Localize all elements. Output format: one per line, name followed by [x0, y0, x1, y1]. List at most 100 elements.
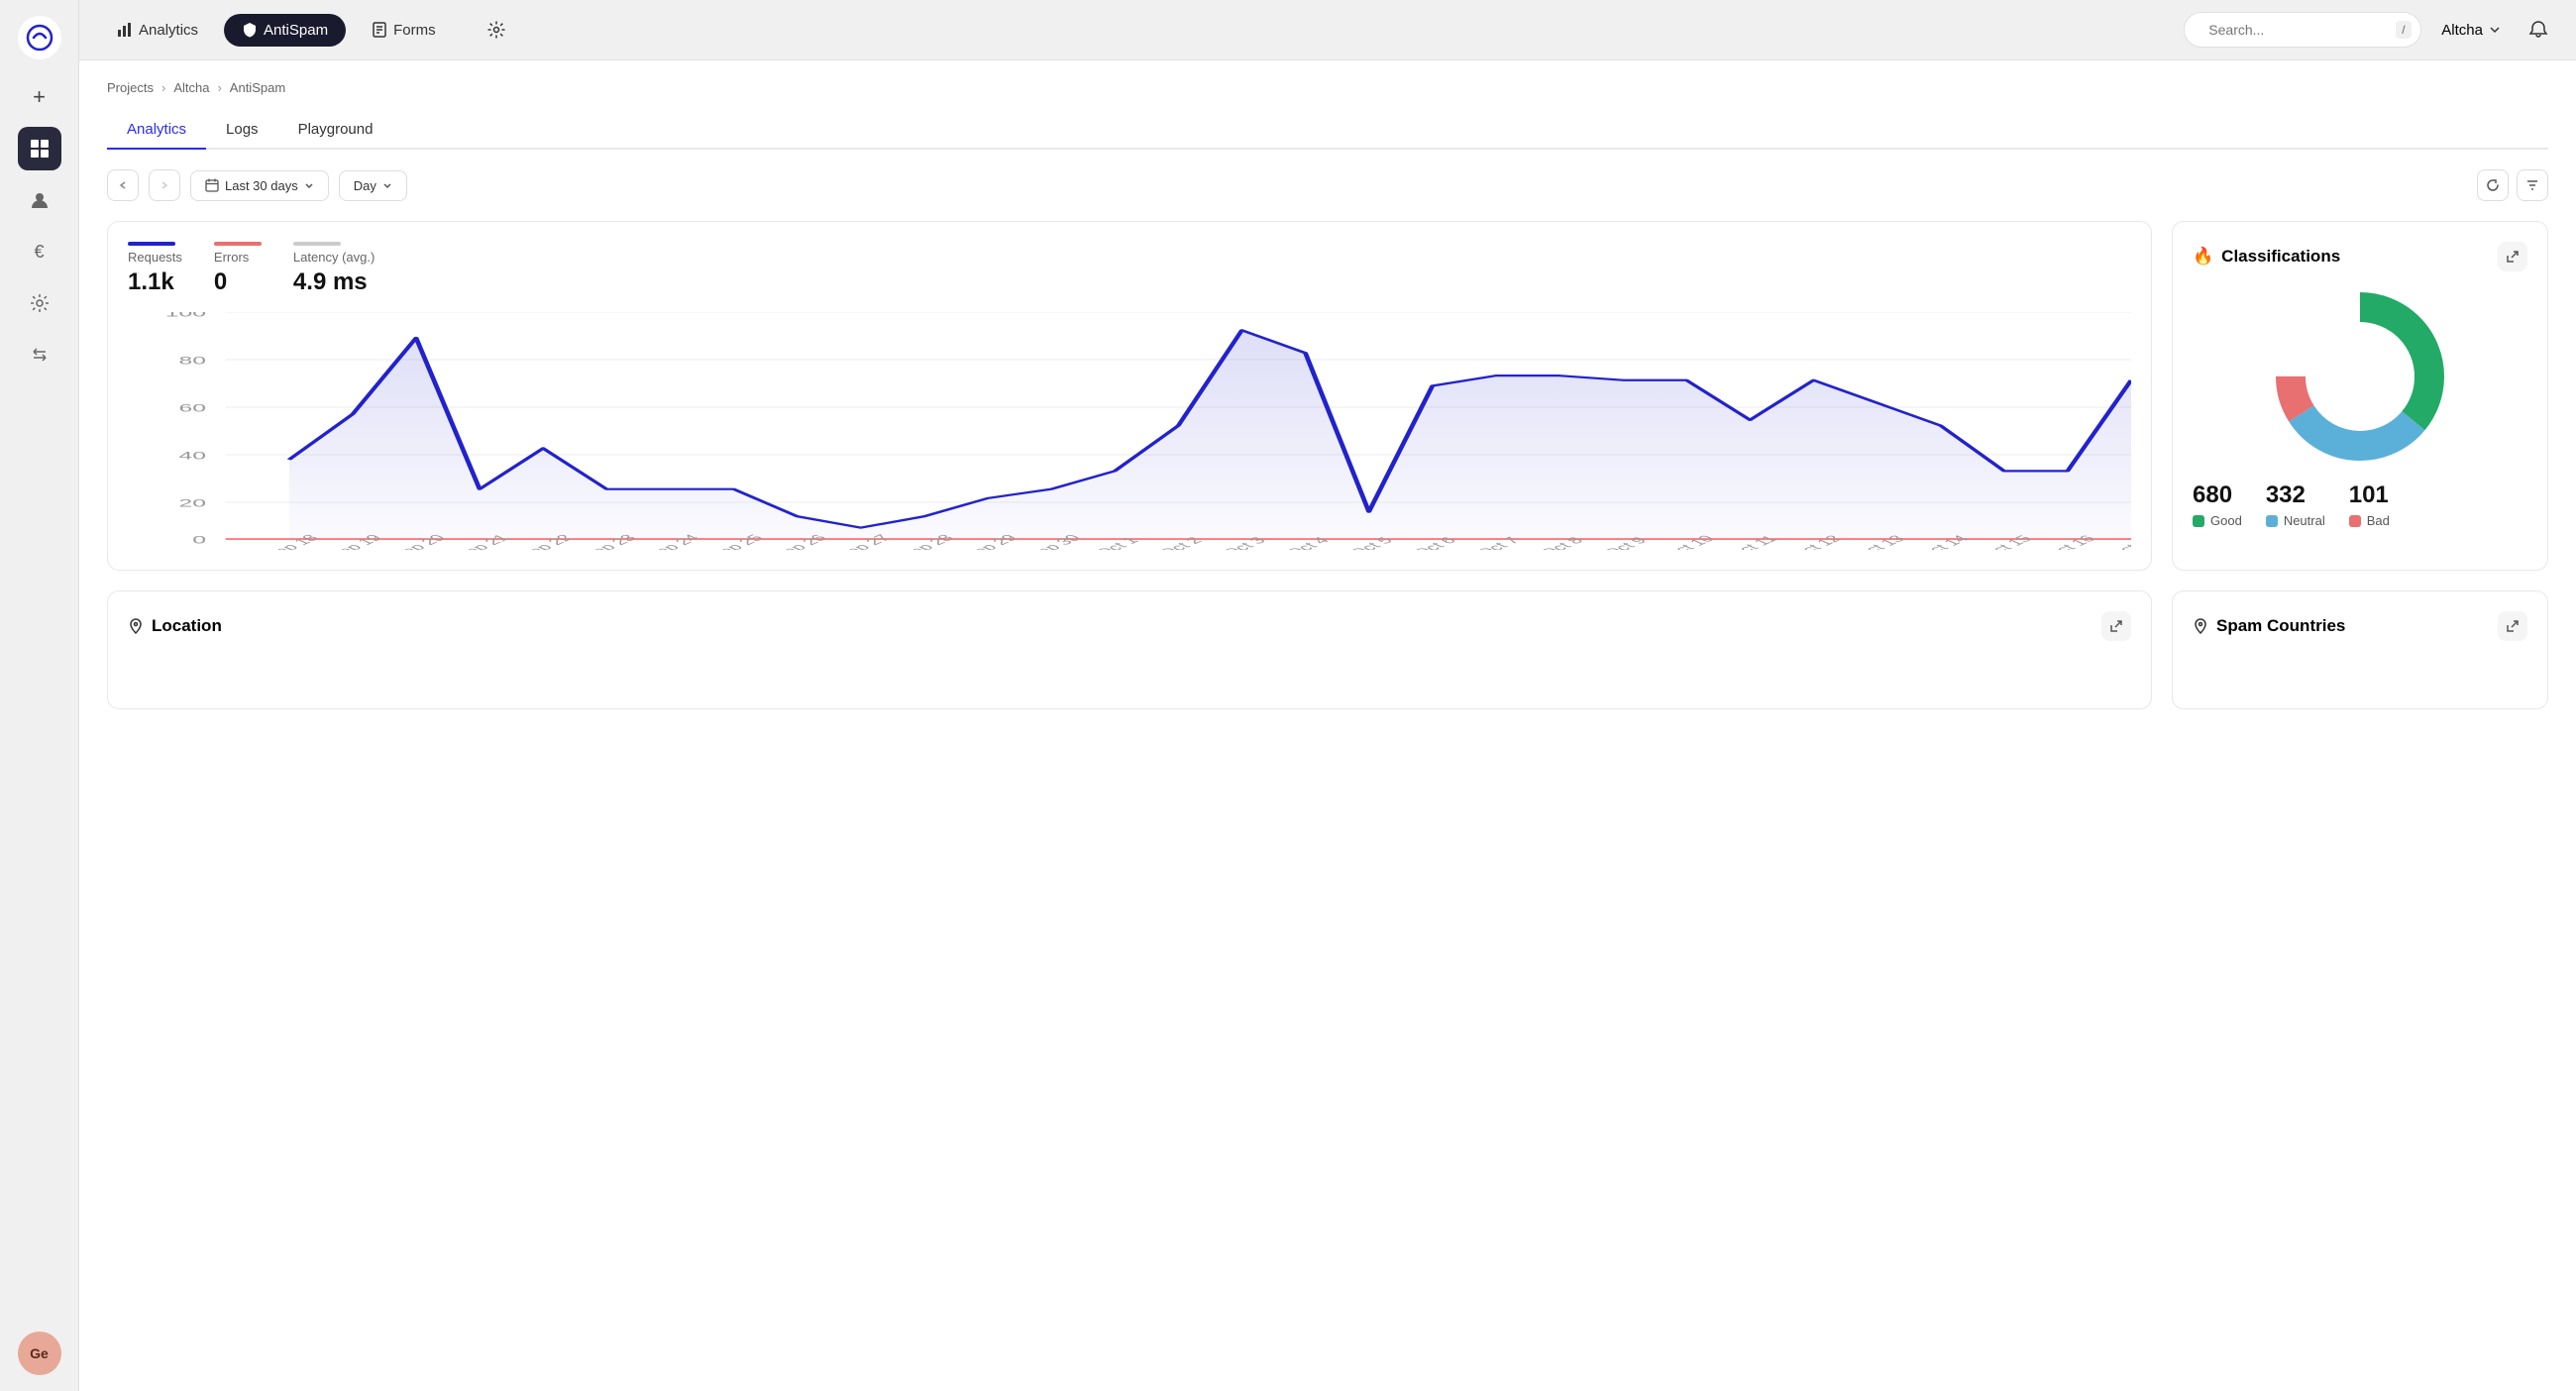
legend-label-latency: Latency (avg.) [293, 250, 375, 265]
classifications-card: 🔥 Classifications [2172, 221, 2548, 571]
sidebar-item-user[interactable] [18, 178, 61, 222]
breadcrumb-sep-2: › [217, 80, 221, 95]
legend-value-latency: 4.9 ms [293, 268, 375, 296]
page-tabs: Analytics Logs Playground [107, 111, 2548, 150]
refresh-button[interactable] [2477, 169, 2509, 201]
sidebar-item-grid[interactable] [18, 127, 61, 170]
legend-errors: Errors 0 [214, 242, 262, 296]
granularity-chevron-icon [382, 180, 392, 190]
stat-dot-bad [2349, 515, 2361, 527]
tab-logs[interactable]: Logs [206, 111, 278, 150]
location-title: Location [128, 616, 222, 636]
sidebar-item-transfer[interactable] [18, 333, 61, 376]
stat-bad: 101 Bad [2349, 482, 2390, 528]
breadcrumb-sep-1: › [161, 80, 165, 95]
donut-chart-container [2193, 287, 2527, 466]
date-range-label: Last 30 days [225, 178, 298, 193]
page-content: Projects › Altcha › AntiSpam Analytics L… [79, 60, 2576, 1391]
breadcrumb-projects[interactable]: Projects [107, 80, 154, 95]
donut-chart-svg [2271, 287, 2449, 466]
search-input[interactable] [2208, 22, 2388, 38]
legend-value-errors: 0 [214, 268, 262, 296]
user-avatar[interactable]: Ge [18, 1332, 61, 1375]
legend-label-errors: Errors [214, 250, 262, 265]
location-card: Location [107, 590, 2152, 709]
breadcrumb-antispam[interactable]: AntiSpam [230, 80, 285, 95]
top-navigation: Analytics AntiSpam Forms [79, 0, 2576, 60]
dashboard-grid: Requests 1.1k Errors 0 Latency (avg.) 4.… [107, 221, 2548, 571]
chart-area: 100 80 60 40 20 0 [128, 312, 2131, 550]
sidebar-item-billing[interactable]: € [18, 230, 61, 273]
chart-legend: Requests 1.1k Errors 0 Latency (avg.) 4.… [128, 242, 2131, 296]
classifications-expand-button[interactable] [2498, 242, 2527, 271]
granularity-label: Day [354, 178, 376, 193]
legend-line-requests [128, 242, 175, 246]
app-logo[interactable] [18, 16, 61, 59]
requests-chart-card: Requests 1.1k Errors 0 Latency (avg.) 4.… [107, 221, 2152, 571]
svg-text:80: 80 [179, 355, 206, 367]
legend-line-latency [293, 242, 341, 246]
bottom-cards: Location Spam [107, 590, 2548, 709]
calendar-icon [205, 178, 219, 192]
stat-value-neutral: 332 [2266, 482, 2325, 509]
spam-countries-title: Spam Countries [2193, 616, 2345, 636]
svg-text:20: 20 [179, 497, 206, 509]
stat-label-text-neutral: Neutral [2284, 513, 2325, 528]
next-button[interactable] [149, 169, 180, 201]
spam-countries-expand-button[interactable] [2498, 611, 2527, 641]
spam-countries-pin-icon [2193, 618, 2208, 634]
nav-tab-forms[interactable]: Forms [354, 14, 454, 47]
classifications-header: 🔥 Classifications [2193, 242, 2527, 271]
toolbar-right [2477, 169, 2548, 201]
location-pin-icon [128, 618, 144, 634]
granularity-picker[interactable]: Day [339, 170, 407, 201]
stat-label-good: Good [2193, 513, 2242, 528]
stat-label-text-good: Good [2210, 513, 2242, 528]
nav-tab-analytics[interactable]: Analytics [99, 14, 216, 47]
stat-dot-neutral [2266, 515, 2278, 527]
location-card-header: Location [128, 611, 2131, 641]
legend-line-errors [214, 242, 262, 246]
stat-value-bad: 101 [2349, 482, 2390, 509]
search-kbd: / [2396, 21, 2411, 39]
svg-text:40: 40 [179, 450, 206, 462]
classifications-title: 🔥 Classifications [2193, 247, 2340, 267]
nav-tab-forms-label: Forms [393, 22, 436, 39]
stat-value-good: 680 [2193, 482, 2242, 509]
classifications-stats: 680 Good 332 Neutral 1 [2193, 482, 2527, 528]
chart-toolbar: Last 30 days Day [107, 169, 2548, 201]
nav-tab-antispam[interactable]: AntiSpam [224, 14, 346, 47]
date-chevron-icon [304, 180, 314, 190]
main-area: Analytics AntiSpam Forms [79, 0, 2576, 1391]
user-menu[interactable]: Altcha [2429, 14, 2513, 47]
user-label: Altcha [2441, 22, 2483, 39]
chevron-down-icon [2489, 24, 2501, 36]
tab-analytics[interactable]: Analytics [107, 111, 206, 150]
legend-label-requests: Requests [128, 250, 182, 265]
tab-playground[interactable]: Playground [278, 111, 393, 150]
svg-text:100: 100 [165, 312, 206, 319]
search-bar: / [2184, 12, 2421, 48]
spam-countries-header: Spam Countries [2193, 611, 2527, 641]
stat-label-bad: Bad [2349, 513, 2390, 528]
stat-label-neutral: Neutral [2266, 513, 2325, 528]
stat-good: 680 Good [2193, 482, 2242, 528]
stat-neutral: 332 Neutral [2266, 482, 2325, 528]
breadcrumb-altcha[interactable]: Altcha [173, 80, 209, 95]
svg-text:60: 60 [179, 402, 206, 414]
date-range-picker[interactable]: Last 30 days [190, 170, 329, 201]
sidebar-item-add[interactable]: + [18, 75, 61, 119]
spam-countries-label: Spam Countries [2216, 616, 2345, 636]
location-label: Location [152, 616, 222, 636]
breadcrumb: Projects › Altcha › AntiSpam [107, 80, 2548, 95]
stat-dot-good [2193, 515, 2204, 527]
notification-bell[interactable] [2521, 12, 2556, 48]
sidebar-item-settings[interactable] [18, 281, 61, 325]
classifications-label: Classifications [2221, 247, 2340, 267]
spam-countries-card: Spam Countries [2172, 590, 2548, 709]
settings-button[interactable] [470, 13, 523, 47]
filter-button[interactable] [2517, 169, 2548, 201]
prev-button[interactable] [107, 169, 139, 201]
nav-tab-antispam-label: AntiSpam [264, 22, 328, 39]
location-expand-button[interactable] [2101, 611, 2131, 641]
